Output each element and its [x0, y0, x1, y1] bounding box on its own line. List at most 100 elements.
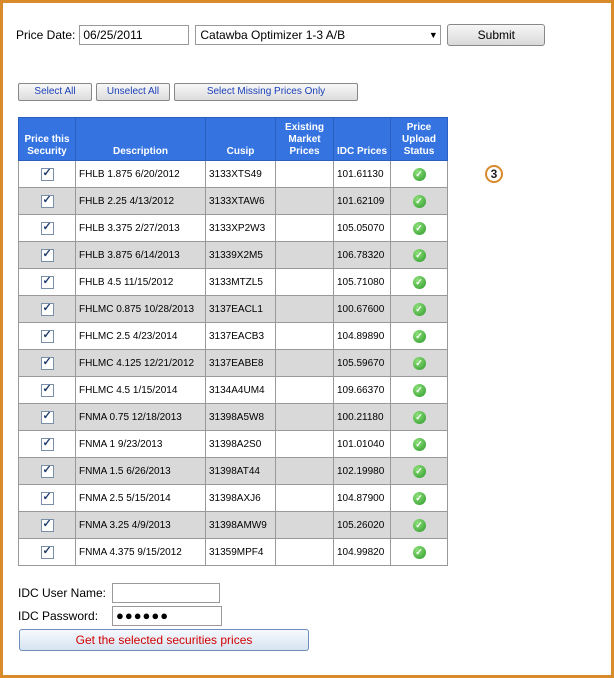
idc-price-cell: 104.99820 [333, 538, 391, 566]
price-security-cell [18, 457, 76, 485]
check-success-icon: ✓ [412, 329, 426, 343]
idc-price-cell: 101.01040 [333, 430, 391, 458]
description-cell: FHLB 1.875 6/20/2012 [75, 160, 206, 188]
price-security-cell [18, 349, 76, 377]
upload-status-cell: ✓ [390, 187, 448, 215]
idc-password-label: IDC Password: [18, 609, 99, 623]
upload-status-cell: ✓ [390, 430, 448, 458]
cusip-cell: 3133XTS49 [205, 160, 276, 188]
existing-market-price-cell [275, 511, 334, 539]
check-success-icon: ✓ [412, 275, 426, 289]
existing-market-price-cell [275, 268, 334, 296]
check-success-icon: ✓ [412, 194, 426, 208]
price-security-checkbox[interactable] [40, 409, 54, 424]
cusip-cell: 3133MTZL5 [205, 268, 276, 296]
header-price-upload-status: Price Upload Status [390, 117, 448, 161]
table-row: FNMA 1 9/23/201331398A2S0 101.01040 ✓ [18, 430, 448, 458]
price-security-cell [18, 538, 76, 566]
description-cell: FNMA 1.5 6/26/2013 [75, 457, 206, 485]
idc-price-cell: 100.67600 [333, 295, 391, 323]
table-row: FNMA 2.5 5/15/201431398AXJ6 104.87900 ✓ [18, 484, 448, 512]
idc-price-cell: 105.05070 [333, 214, 391, 242]
table-row: FHLB 3.875 6/14/201331339X2M5 106.78320 ✓ [18, 241, 448, 269]
existing-market-price-cell [275, 349, 334, 377]
upload-status-cell: ✓ [390, 457, 448, 485]
existing-market-price-cell [275, 376, 334, 404]
check-success-icon: ✓ [412, 491, 426, 505]
price-security-checkbox[interactable] [40, 544, 54, 559]
description-cell: FNMA 1 9/23/2013 [75, 430, 206, 458]
table-row: FNMA 4.375 9/15/201231359MPF4 104.99820 ✓ [18, 538, 448, 566]
price-security-checkbox[interactable] [40, 517, 54, 532]
select-all-button[interactable]: Select All [18, 83, 92, 101]
existing-market-price-cell [275, 403, 334, 431]
price-security-checkbox[interactable] [40, 355, 54, 370]
price-security-checkbox[interactable] [40, 490, 54, 505]
upload-status-cell: ✓ [390, 160, 448, 188]
existing-market-price-cell [275, 241, 334, 269]
idc-price-cell: 105.26020 [333, 511, 391, 539]
portfolio-select[interactable]: Catawba Optimizer 1-3 A/B ▼ [195, 25, 442, 45]
submit-button[interactable]: Submit [447, 24, 546, 46]
price-security-cell [18, 160, 76, 188]
price-security-cell [18, 187, 76, 215]
idc-user-name-label: IDC User Name: [18, 586, 107, 600]
upload-status-cell: ✓ [390, 376, 448, 404]
table-row: FHLMC 2.5 4/23/20143137EACB3 104.89890 ✓ [18, 322, 448, 350]
check-success-icon: ✓ [412, 545, 426, 559]
securities-table: Price this Security Description Cusip Ex… [18, 117, 448, 566]
price-security-cell [18, 214, 76, 242]
unselect-all-button[interactable]: Unselect All [96, 83, 170, 101]
table-row: FHLMC 0.875 10/28/20133137EACL1 100.67600… [18, 295, 448, 323]
cusip-cell: 3137EACL1 [205, 295, 276, 323]
price-security-cell [18, 376, 76, 404]
description-cell: FNMA 4.375 9/15/2012 [75, 538, 206, 566]
existing-market-price-cell [275, 187, 334, 215]
price-security-checkbox[interactable] [40, 328, 54, 343]
upload-status-cell: ✓ [390, 295, 448, 323]
cusip-cell: 3137EACB3 [205, 322, 276, 350]
price-security-cell [18, 268, 76, 296]
idc-price-cell: 109.66370 [333, 376, 391, 404]
idc-price-cell: 106.78320 [333, 241, 391, 269]
price-security-checkbox[interactable] [40, 463, 54, 478]
idc-price-cell: 105.71080 [333, 268, 391, 296]
price-security-checkbox[interactable] [40, 193, 54, 208]
table-row: FHLMC 4.125 12/21/20123137EABE8 105.59670… [18, 349, 448, 377]
idc-price-cell: 101.61130 [333, 160, 391, 188]
price-security-checkbox[interactable] [40, 436, 54, 451]
idc-price-cell: 101.62109 [333, 187, 391, 215]
description-cell: FHLMC 4.5 1/15/2014 [75, 376, 206, 404]
select-missing-prices-button[interactable]: Select Missing Prices Only [174, 83, 358, 101]
table-row: FHLB 3.375 2/27/20133133XP2W3 105.05070 ✓ [18, 214, 448, 242]
check-success-icon: ✓ [412, 221, 426, 235]
price-security-checkbox[interactable] [40, 166, 54, 181]
table-row: FNMA 1.5 6/26/201331398AT44 102.19980 ✓ [18, 457, 448, 485]
idc-user-name-input[interactable] [112, 583, 220, 603]
price-date-row: Price Date: Catawba Optimizer 1-3 A/B ▼ … [16, 24, 546, 46]
table-row: FNMA 0.75 12/18/201331398A5W8 100.21180 ✓ [18, 403, 448, 431]
check-success-icon: ✓ [412, 167, 426, 181]
price-security-checkbox[interactable] [40, 220, 54, 235]
price-security-checkbox[interactable] [40, 301, 54, 316]
check-success-icon: ✓ [412, 464, 426, 478]
table-header-row: Price this Security Description Cusip Ex… [18, 117, 448, 161]
existing-market-price-cell [275, 295, 334, 323]
idc-price-cell: 100.21180 [333, 403, 391, 431]
price-security-checkbox[interactable] [40, 382, 54, 397]
cusip-cell: 31339X2M5 [205, 241, 276, 269]
cusip-cell: 31398AMW9 [205, 511, 276, 539]
price-date-input[interactable] [79, 25, 190, 45]
check-success-icon: ✓ [412, 410, 426, 424]
price-security-checkbox[interactable] [40, 274, 54, 289]
cusip-cell: 31398A2S0 [205, 430, 276, 458]
cusip-cell: 3133XP2W3 [205, 214, 276, 242]
get-selected-prices-button[interactable]: Get the selected securities prices [19, 629, 309, 651]
idc-login-form: IDC User Name: IDC Password: ●●●●●● [18, 582, 222, 628]
price-security-checkbox[interactable] [40, 247, 54, 262]
upload-status-cell: ✓ [390, 322, 448, 350]
description-cell: FHLMC 2.5 4/23/2014 [75, 322, 206, 350]
existing-market-price-cell [275, 457, 334, 485]
chevron-down-icon[interactable]: ▼ [426, 30, 440, 40]
idc-password-input[interactable]: ●●●●●● [112, 606, 222, 626]
